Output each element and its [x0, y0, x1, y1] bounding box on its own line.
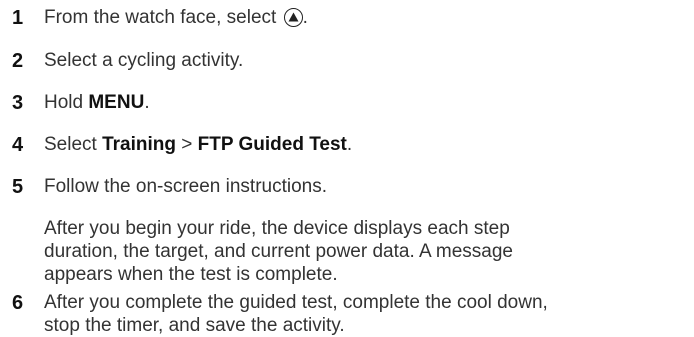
step-number: 1	[12, 7, 24, 29]
step-5-note-line-3: appears when the test is complete.	[44, 264, 338, 285]
instruction-steps: 1 From the watch face, select . 2 Select…	[0, 0, 694, 336]
step-number: 2	[12, 50, 24, 72]
step-number: 5	[12, 176, 24, 198]
menu-path-training: Training	[102, 134, 176, 155]
step-text-after: .	[144, 92, 150, 113]
step-text: Hold MENU.	[44, 92, 684, 114]
step-text: From the watch face, select .	[44, 7, 684, 29]
menu-button-label: MENU	[88, 92, 145, 113]
step-text-after: .	[302, 7, 308, 28]
step-5-note-line-2: duration, the target, and current power …	[44, 241, 513, 262]
step-text: Select Training > FTP Guided Test.	[44, 134, 684, 156]
step-text-line-1: After you complete the guided test, comp…	[44, 292, 548, 313]
step-text-before: Select	[44, 134, 103, 155]
menu-path-separator: >	[176, 134, 198, 155]
step-6-text-line-2: stop the timer, and save the activity.	[44, 315, 345, 336]
step-number: 4	[12, 134, 24, 156]
step-text-before: Hold	[44, 92, 89, 113]
step-5-note-line-1: After you begin your ride, the device di…	[44, 218, 510, 239]
step-number: 3	[12, 92, 24, 114]
step-text: Select a cycling activity.	[44, 50, 244, 71]
step-text: Follow the on-screen instructions.	[44, 176, 328, 197]
step-text-after: .	[346, 134, 353, 155]
up-button-icon	[283, 8, 303, 27]
step-number: 6	[12, 292, 24, 314]
step-text-before: From the watch face, select	[44, 7, 282, 28]
menu-path-ftp-guided-test: FTP Guided Test	[197, 134, 347, 155]
